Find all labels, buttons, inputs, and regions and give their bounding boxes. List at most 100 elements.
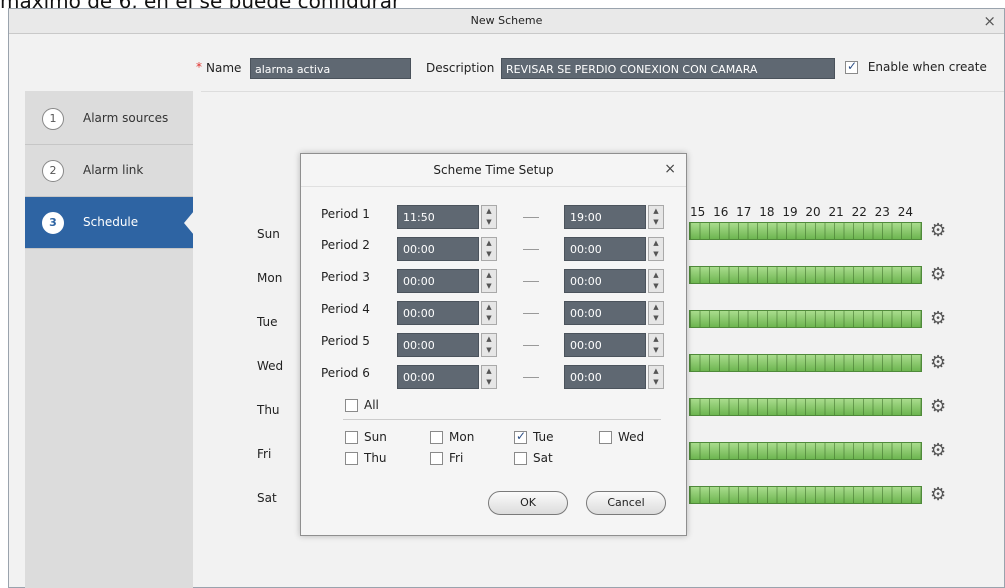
step-label: Alarm sources <box>83 111 169 125</box>
period-6-end-input[interactable]: 00:00 <box>564 365 646 389</box>
all-label: All <box>364 398 379 412</box>
schedule-bar-tue[interactable] <box>689 310 922 328</box>
window-titlebar: New Scheme × <box>9 9 1004 34</box>
day-check-mon[interactable]: Mon <box>430 430 474 444</box>
day-check-label: Sun <box>364 430 387 444</box>
day-label-fri: Fri <box>257 447 272 461</box>
step-alarm-link[interactable]: 2 Alarm link <box>25 145 193 197</box>
day-check-label: Sat <box>533 451 553 465</box>
gear-icon[interactable]: ⚙ <box>930 310 946 328</box>
gear-icon[interactable]: ⚙ <box>930 398 946 416</box>
spin-arrows-icon[interactable]: ▲ ▼ <box>481 365 497 389</box>
range-dash <box>523 377 539 378</box>
period-1-start-input[interactable]: 11:50 <box>397 205 479 229</box>
period-5-start-input[interactable]: 00:00 <box>397 333 479 357</box>
dialog-title: Scheme Time Setup <box>301 154 686 187</box>
active-step-pointer <box>184 211 194 235</box>
gear-icon[interactable]: ⚙ <box>930 486 946 504</box>
scheme-time-setup-dialog: Scheme Time Setup × Period 1 11:50 ▲ ▼ 19… <box>300 153 687 536</box>
day-check-wed[interactable]: Wed <box>599 430 644 444</box>
gear-icon[interactable]: ⚙ <box>930 222 946 240</box>
schedule-bar-sun[interactable] <box>689 222 922 240</box>
period-1-end-input[interactable]: 19:00 <box>564 205 646 229</box>
day-check-sun[interactable]: Sun <box>345 430 387 444</box>
checkbox-icon[interactable] <box>345 399 358 412</box>
period-label: Period 1 <box>321 207 370 221</box>
schedule-bar-mon[interactable] <box>689 266 922 284</box>
period-2-start-input[interactable]: 00:00 <box>397 237 479 261</box>
period-5-end-input[interactable]: 00:00 <box>564 333 646 357</box>
range-dash <box>523 217 539 218</box>
step-alarm-sources[interactable]: 1 Alarm sources <box>25 93 193 145</box>
step-number-icon: 2 <box>42 160 64 182</box>
period-3-start-input[interactable]: 00:00 <box>397 269 479 293</box>
day-check-tue[interactable]: Tue <box>514 429 554 444</box>
hour-ruler: 15 16 17 18 19 20 21 22 23 24 <box>690 205 914 219</box>
day-check-thu[interactable]: Thu <box>345 451 387 465</box>
gear-icon[interactable]: ⚙ <box>930 354 946 372</box>
gear-icon[interactable]: ⚙ <box>930 442 946 460</box>
checkbox-icon[interactable] <box>345 452 358 465</box>
gear-icon[interactable]: ⚙ <box>930 266 946 284</box>
period-2-end-input[interactable]: 00:00 <box>564 237 646 261</box>
spin-arrows-icon[interactable]: ▲ ▼ <box>481 205 497 229</box>
spin-arrows-icon[interactable]: ▲ ▼ <box>648 365 664 389</box>
spin-arrows-icon[interactable]: ▲ ▼ <box>648 205 664 229</box>
day-check-label: Fri <box>449 451 464 465</box>
period-6-start-input[interactable]: 00:00 <box>397 365 479 389</box>
checkbox-icon[interactable] <box>599 431 612 444</box>
all-days-checkbox[interactable]: All <box>345 398 379 412</box>
schedule-bar-sat[interactable] <box>689 486 922 504</box>
spin-arrows-icon[interactable]: ▲ ▼ <box>481 301 497 325</box>
day-label-tue: Tue <box>257 315 278 329</box>
day-check-sat[interactable]: Sat <box>514 451 553 465</box>
spin-arrows-icon[interactable]: ▲ ▼ <box>481 237 497 261</box>
checkbox-icon[interactable] <box>430 431 443 444</box>
day-check-label: Mon <box>449 430 475 444</box>
checkbox-icon[interactable] <box>345 431 358 444</box>
day-check-label: Tue <box>533 430 554 444</box>
period-3-end-input[interactable]: 00:00 <box>564 269 646 293</box>
description-input[interactable]: REVISAR SE PERDIO CONEXION CON CAMARA <box>501 58 835 79</box>
schedule-bar-wed[interactable] <box>689 354 922 372</box>
step-label: Schedule <box>83 215 139 229</box>
enable-when-create-label: Enable when create <box>867 60 987 74</box>
spin-arrows-icon[interactable]: ▲ ▼ <box>648 269 664 293</box>
dialog-close-icon[interactable]: × <box>664 161 676 177</box>
range-dash <box>523 345 539 346</box>
period-4-end-input[interactable]: 00:00 <box>564 301 646 325</box>
range-dash <box>523 281 539 282</box>
day-label-thu: Thu <box>257 403 280 417</box>
day-check-fri[interactable]: Fri <box>430 451 463 465</box>
period-4-start-input[interactable]: 00:00 <box>397 301 479 325</box>
day-check-label: Thu <box>364 451 387 465</box>
step-label: Alarm link <box>83 163 144 177</box>
schedule-bar-thu[interactable] <box>689 398 922 416</box>
required-mark: * <box>196 60 202 74</box>
schedule-bar-fri[interactable] <box>689 442 922 460</box>
enable-check-icon[interactable] <box>845 59 858 74</box>
ok-button[interactable]: OK <box>488 491 568 515</box>
checkbox-icon[interactable] <box>430 452 443 465</box>
spin-arrows-icon[interactable]: ▲ ▼ <box>648 301 664 325</box>
step-number-icon: 1 <box>42 108 64 130</box>
spin-arrows-icon[interactable]: ▲ ▼ <box>648 237 664 261</box>
step-schedule[interactable]: 3 Schedule <box>25 197 194 249</box>
checkbox-checked-icon[interactable] <box>514 429 527 444</box>
range-dash <box>523 249 539 250</box>
period-label: Period 2 <box>321 238 370 252</box>
name-label: Name <box>206 61 242 75</box>
spin-arrows-icon[interactable]: ▲ ▼ <box>648 333 664 357</box>
day-label-wed: Wed <box>257 359 284 373</box>
period-label: Period 3 <box>321 270 370 284</box>
cancel-button[interactable]: Cancel <box>586 491 666 515</box>
separator <box>343 419 661 420</box>
spin-arrows-icon[interactable]: ▲ ▼ <box>481 269 497 293</box>
name-input[interactable]: alarma activa <box>250 58 411 79</box>
checkbox-icon[interactable] <box>514 452 527 465</box>
day-check-label: Wed <box>618 430 645 444</box>
spin-arrows-icon[interactable]: ▲ ▼ <box>481 333 497 357</box>
description-label: Description <box>426 61 495 75</box>
enable-when-create-checkbox[interactable]: Enable when create <box>845 59 987 74</box>
window-close-icon[interactable]: × <box>983 12 996 30</box>
